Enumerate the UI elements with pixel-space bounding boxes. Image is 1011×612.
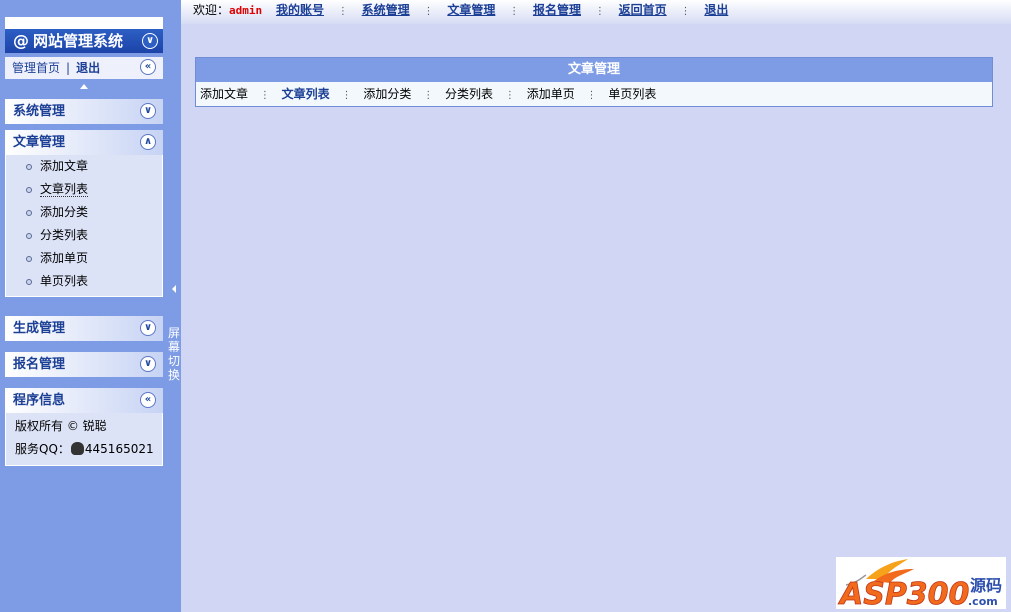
nav-back-home[interactable]: 返回首页 <box>619 3 667 17</box>
panel-title-signup: 报名管理 <box>13 357 66 372</box>
nav-signup-manage[interactable]: 报名管理 <box>533 3 581 17</box>
welcome-label: 欢迎： <box>193 3 230 17</box>
menu-item-add-article[interactable]: 添加文章 <box>6 155 162 178</box>
expand-icon[interactable]: ∨ <box>140 320 156 336</box>
panel-title-system: 系统管理 <box>13 104 66 119</box>
link-separator: ⋮ <box>504 90 515 101</box>
double-left-chevron-icon[interactable]: « <box>140 59 156 75</box>
panel-header-info[interactable]: 程序信息 « <box>5 388 163 413</box>
sidebar-title: 网站管理系统 <box>33 32 124 50</box>
logo-brand: ASP300 <box>838 577 969 609</box>
nav-article-manage[interactable]: 文章管理 <box>447 3 495 17</box>
nav-separator: ⋮ <box>509 6 520 17</box>
home-link[interactable]: 管理首页 <box>12 61 60 75</box>
menu-item-add-category[interactable]: 添加分类 <box>6 201 162 224</box>
qq-label: 服务QQ： <box>15 442 70 456</box>
collapse-left-arrow-icon[interactable] <box>172 285 176 293</box>
link-separator: ⋮ <box>586 90 597 101</box>
bullet-icon <box>26 256 32 262</box>
action-add-article[interactable]: 添加文章 <box>200 87 248 101</box>
qq-line: 服务QQ： 445165021 <box>6 438 162 461</box>
box-action-links: 添加文章 ⋮ 文章列表 ⋮ 添加分类 ⋮ 分类列表 ⋮ 添加单页 ⋮ 单页列表 <box>196 82 992 108</box>
link-separator: ⋮ <box>423 90 434 101</box>
logo-domain: .com <box>968 595 998 608</box>
nav-separator: ⋮ <box>337 6 348 17</box>
sidebar-quick-links: 管理首页 | 退出 « <box>5 57 163 79</box>
logo-tag: 源码 <box>970 576 1002 595</box>
menu-item-add-page[interactable]: 添加单页 <box>6 247 162 270</box>
panel-header-article[interactable]: 文章管理 ∧ <box>5 130 163 155</box>
nav-system-manage[interactable]: 系统管理 <box>362 3 410 17</box>
link-separator: ⋮ <box>259 90 270 101</box>
action-article-list[interactable]: 文章列表 <box>282 87 330 101</box>
nav-logout[interactable]: 退出 <box>704 3 728 17</box>
bullet-icon <box>26 164 32 170</box>
link-separator: ⋮ <box>341 90 352 101</box>
expand-icon[interactable]: ∨ <box>140 356 156 372</box>
box-title: 文章管理 <box>196 58 992 82</box>
screen-toggle-label[interactable]: 屏幕切换 <box>167 326 181 382</box>
copyright-text: 版权所有 © 锐聪 <box>15 419 107 433</box>
link-separator: | <box>66 61 71 75</box>
panel-title-article: 文章管理 <box>13 135 66 150</box>
panel-header-signup[interactable]: 报名管理 ∨ <box>5 352 163 377</box>
collapse-all-icon[interactable]: ∨ <box>142 33 158 49</box>
panel-header-generate[interactable]: 生成管理 ∨ <box>5 316 163 341</box>
menu-item-category-list[interactable]: 分类列表 <box>6 224 162 247</box>
expand-icon[interactable]: ∨ <box>140 103 156 119</box>
menu-item-label: 分类列表 <box>40 228 89 242</box>
qq-number: 445165021 <box>84 442 154 456</box>
username: admin <box>229 4 263 17</box>
sidebar: @ 网站管理系统 ∨ 管理首页 | 退出 « 系统管理 ∨ 文章管理 ∧ 添加文章 文… <box>0 0 181 612</box>
logo-graphic: ASP300 源码 .com <box>838 559 1002 609</box>
menu-item-label: 单页列表 <box>40 274 89 288</box>
sidebar-title-bar: @ 网站管理系统 ∨ <box>5 29 163 53</box>
bullet-icon <box>26 187 32 193</box>
panel-title-info: 程序信息 <box>13 393 66 408</box>
action-add-category[interactable]: 添加分类 <box>363 87 411 101</box>
nav-separator: ⋮ <box>423 6 434 17</box>
nav-my-account[interactable]: 我的账号 <box>276 3 324 17</box>
menu-item-page-list[interactable]: 单页列表 <box>6 270 162 293</box>
menu-item-label: 添加分类 <box>40 205 89 219</box>
nav-separator: ⋮ <box>680 6 691 17</box>
panel-body-article: 添加文章 文章列表 添加分类 分类列表 添加单页 单页列表 <box>5 155 163 297</box>
panel-title-generate: 生成管理 <box>13 321 66 336</box>
logout-link[interactable]: 退出 <box>76 61 100 75</box>
article-manage-box: 文章管理 添加文章 ⋮ 文章列表 ⋮ 添加分类 ⋮ 分类列表 ⋮ 添加单页 ⋮ … <box>195 57 993 107</box>
bullet-icon <box>26 210 32 216</box>
nav-separator: ⋮ <box>594 6 605 17</box>
sidebar-top-strip <box>5 17 163 29</box>
menu-item-label: 添加文章 <box>40 159 89 173</box>
menu-item-label: 文章列表 <box>40 182 89 197</box>
top-nav-bar: 欢迎：admin 我的账号 ⋮ 系统管理 ⋮ 文章管理 ⋮ 报名管理 ⋮ 返回首… <box>181 0 1011 24</box>
panel-body-info: 版权所有 © 锐聪 服务QQ： 445165021 <box>5 413 163 466</box>
bullet-icon <box>26 233 32 239</box>
bullet-icon <box>26 279 32 285</box>
menu-item-label: 添加单页 <box>40 251 89 265</box>
double-left-chevron-icon[interactable]: « <box>140 392 156 408</box>
at-icon: @ <box>13 31 29 50</box>
menu-item-article-list[interactable]: 文章列表 <box>6 178 162 201</box>
panel-header-system[interactable]: 系统管理 ∨ <box>5 99 163 124</box>
scroll-up-icon[interactable] <box>80 84 88 89</box>
asp300-logo: ASP300 源码 .com <box>836 557 1006 609</box>
action-category-list[interactable]: 分类列表 <box>445 87 493 101</box>
action-page-list[interactable]: 单页列表 <box>608 87 656 101</box>
screen-toggle-splitter[interactable]: 屏幕切换 <box>166 0 181 612</box>
action-add-page[interactable]: 添加单页 <box>527 87 575 101</box>
collapse-icon[interactable]: ∧ <box>140 134 156 150</box>
qq-penguin-icon <box>70 442 84 455</box>
